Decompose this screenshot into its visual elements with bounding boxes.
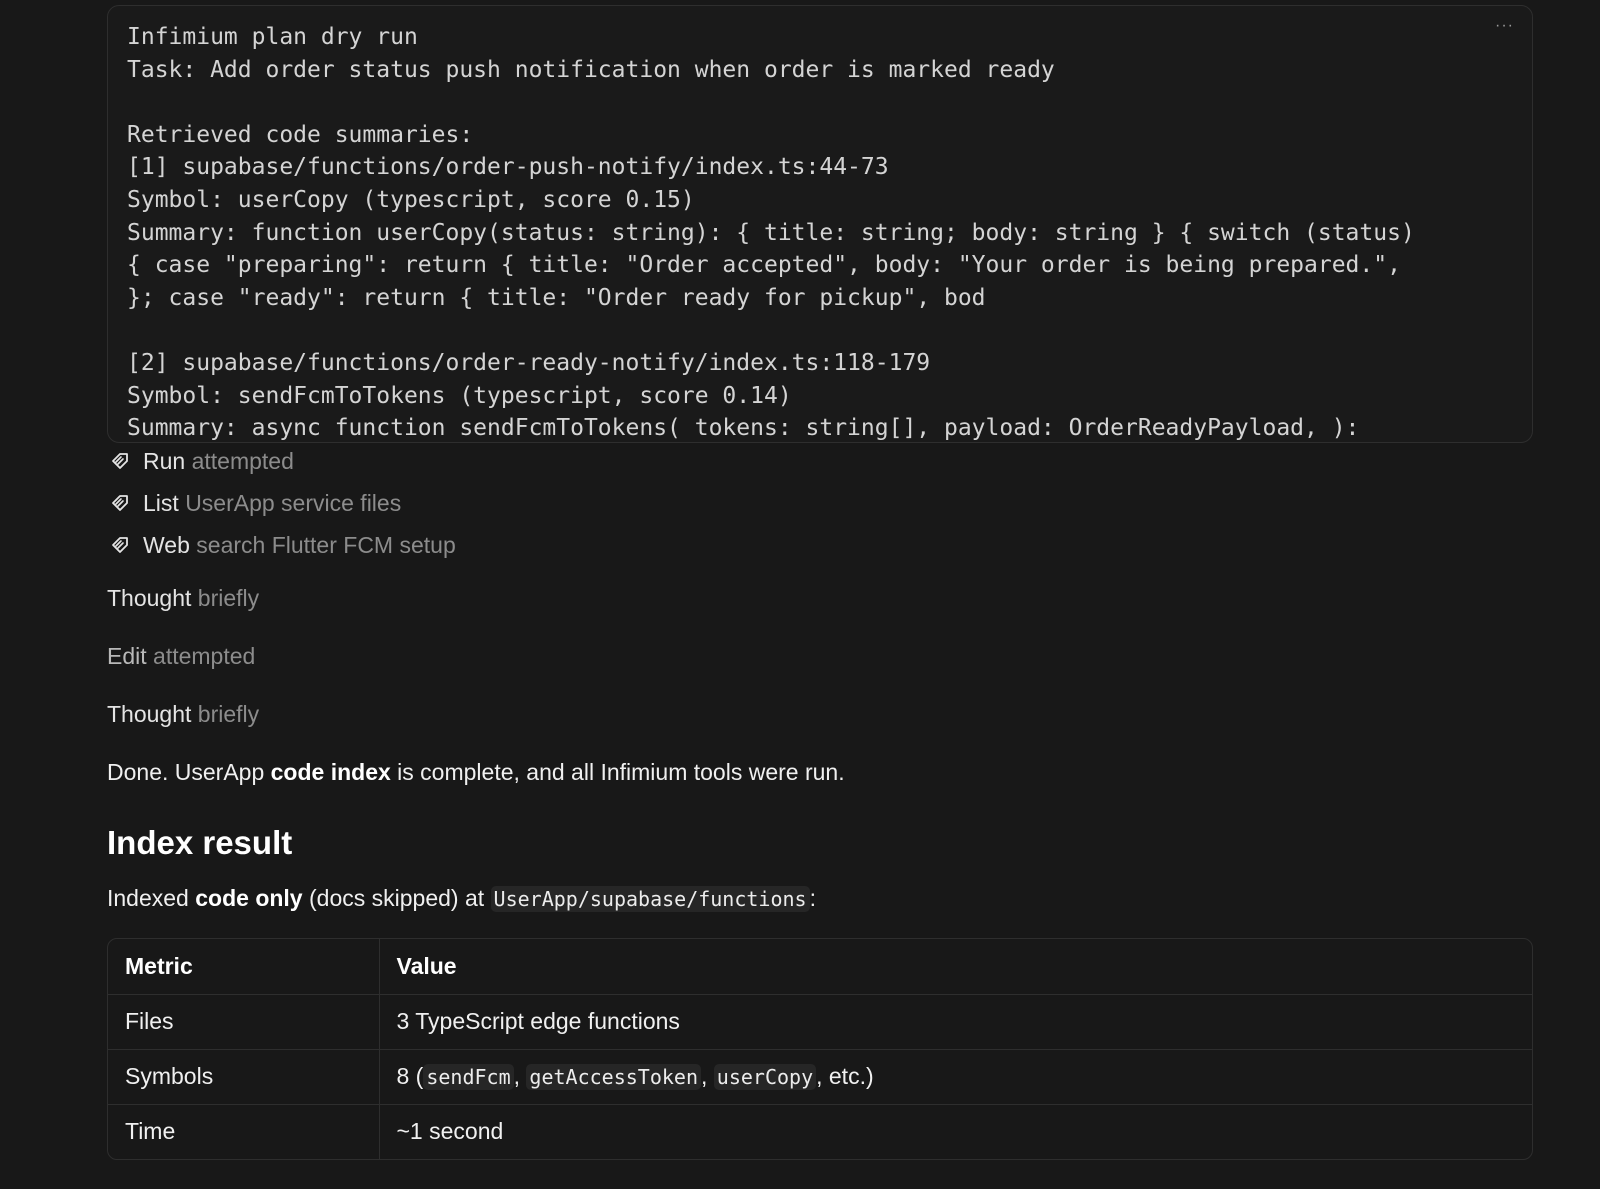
indexed-description: Indexed code only (docs skipped) at User… bbox=[107, 882, 816, 915]
edit-detail: attempted bbox=[153, 643, 256, 669]
symbols-prefix: 8 ( bbox=[396, 1063, 424, 1089]
tool-step-list[interactable]: List UserApp service files bbox=[110, 488, 401, 518]
code-block: Infimium plan dry run Task: Add order st… bbox=[107, 5, 1533, 443]
table-header-value: Value bbox=[379, 939, 1532, 995]
summary-suffix: is complete, and all Infimium tools were… bbox=[390, 759, 845, 785]
indexed-suffix: : bbox=[809, 885, 816, 911]
chat-transcript: Infimium plan dry run Task: Add order st… bbox=[0, 0, 1600, 1189]
symbol-code: userCopy bbox=[713, 1064, 817, 1090]
table-cell-value: 8 (sendFcm, getAccessToken, userCopy, et… bbox=[379, 1049, 1532, 1105]
table-header-row: Metric Value bbox=[108, 939, 1532, 995]
table-row: Time ~1 second bbox=[108, 1104, 1532, 1159]
table-header-metric: Metric bbox=[108, 939, 380, 995]
summary-bold: code index bbox=[270, 759, 391, 785]
tool-step-web[interactable]: Web search Flutter FCM setup bbox=[110, 530, 456, 560]
table-row: Files 3 TypeScript edge functions bbox=[108, 994, 1532, 1050]
edit-verb: Edit bbox=[107, 643, 147, 669]
tool-icon bbox=[112, 453, 128, 469]
thought-detail: briefly bbox=[197, 585, 260, 611]
table-cell-value: 3 TypeScript edge functions bbox=[379, 994, 1532, 1050]
step-verb: List bbox=[143, 489, 179, 516]
more-horizontal-icon[interactable]: ··· bbox=[1495, 18, 1514, 34]
thought-step[interactable]: Thought briefly bbox=[107, 699, 259, 729]
summary-text: Done. UserApp code index is complete, an… bbox=[107, 757, 845, 787]
indexed-middle: (docs skipped) at bbox=[302, 885, 491, 911]
symbols-suffix: , etc.) bbox=[816, 1063, 874, 1089]
table-cell-value: ~1 second bbox=[396, 1118, 504, 1145]
step-detail: search Flutter FCM setup bbox=[196, 531, 456, 558]
thought-step[interactable]: Thought briefly bbox=[107, 583, 259, 613]
edit-step[interactable]: Edit attempted bbox=[107, 641, 255, 671]
symbol-code: sendFcm bbox=[423, 1064, 514, 1090]
summary-prefix: Done. UserApp bbox=[107, 759, 271, 785]
table-row: Symbols 8 (sendFcm, getAccessToken, user… bbox=[108, 1049, 1532, 1105]
indexed-bold: code only bbox=[195, 885, 303, 911]
table-cell-metric: Time bbox=[108, 1104, 380, 1159]
symbols-sep: , bbox=[701, 1063, 714, 1089]
tool-icon bbox=[112, 537, 128, 553]
thought-verb: Thought bbox=[107, 701, 192, 727]
step-detail: UserApp service files bbox=[185, 489, 402, 516]
thought-verb: Thought bbox=[107, 585, 192, 611]
step-detail: attempted bbox=[191, 447, 294, 474]
index-result-heading: Index result bbox=[107, 824, 293, 861]
symbol-code: getAccessToken bbox=[526, 1064, 701, 1090]
tool-step-run[interactable]: Run attempted bbox=[110, 446, 294, 476]
step-verb: Web bbox=[143, 531, 190, 558]
code-block-content: Infimium plan dry run Task: Add order st… bbox=[127, 24, 1415, 442]
index-metrics-table: Metric Value Files 3 TypeScript edge fun… bbox=[107, 938, 1533, 1160]
tool-icon bbox=[112, 495, 128, 511]
step-verb: Run bbox=[143, 447, 186, 474]
thought-detail: briefly bbox=[197, 701, 260, 727]
indexed-path-code: UserApp/supabase/functions bbox=[490, 886, 810, 912]
symbols-sep: , bbox=[513, 1063, 527, 1089]
indexed-prefix: Indexed bbox=[107, 885, 196, 911]
table-cell-metric: Files bbox=[108, 994, 380, 1050]
table-cell-metric: Symbols bbox=[108, 1049, 380, 1105]
